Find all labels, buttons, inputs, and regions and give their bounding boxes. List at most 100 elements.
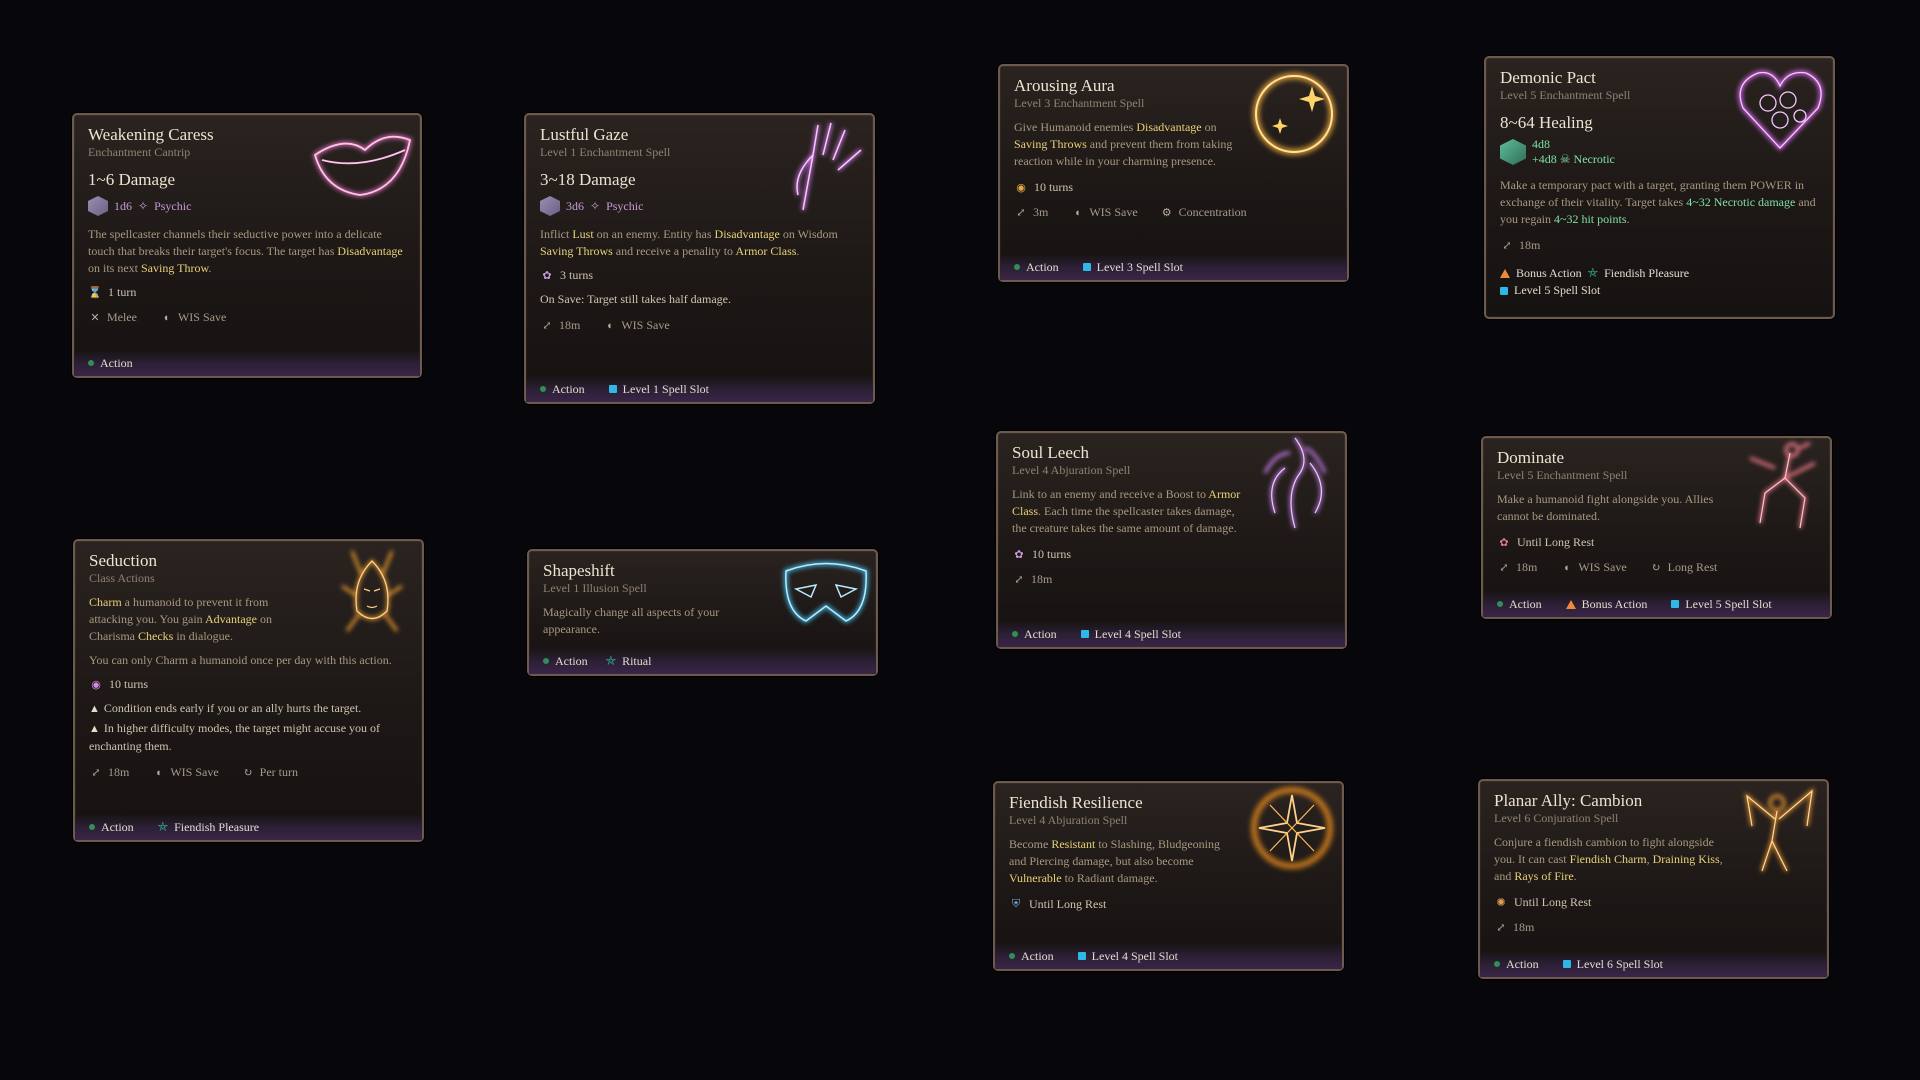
recharge: Per turn [259,765,298,779]
spell-amount: 8~64 Healing [1500,113,1593,132]
bonus-action-icon [1565,599,1576,609]
spell-slot-cost: Level 4 Spell Slot [1091,948,1178,963]
spell-subtitle: Level 5 Enchantment Spell [1500,88,1631,102]
shield-status-icon: ⛨ [1011,898,1021,910]
action-dot-icon [1494,961,1500,967]
spell-description: Give Humanoid enemies Disadvantage on Sa… [1014,120,1233,168]
dice-value: 1d6 [114,198,132,213]
spell-slot-cost: Level 6 Spell Slot [1576,956,1663,971]
duration: 1 turn [108,285,137,299]
spell-subtitle: Level 3 Enchantment Spell [1014,96,1145,110]
shield-icon: ◖ [155,766,162,779]
necrotic-icon: ☠ [1559,152,1571,166]
cost-footer: Action Level 6 Spell Slot [1480,951,1827,977]
aura-status-icon: ◉ [1016,182,1026,194]
spell-card-shapeshift[interactable]: Shapeshift Level 1 Illusion Spell Magica… [527,549,878,676]
spell-slot-icon [1500,286,1508,295]
spell-subtitle: Enchantment Cantrip [88,145,191,159]
duration: Until Long Rest [1517,535,1595,549]
on-save-note: On Save: Target still takes half damage. [540,292,731,306]
damage-type: Necrotic [1573,152,1615,166]
spell-card-arousing-aura[interactable]: Arousing Aura Level 3 Enchantment Spell … [998,64,1349,282]
spell-card-demonic-pact[interactable]: Demonic Pact Level 5 Enchantment Spell 8… [1484,56,1835,319]
range-icon: ⤢ [91,767,101,779]
spell-title: Arousing Aura [1014,76,1115,95]
action-cost: Action [1021,948,1054,963]
condition-note-1: ▲ Condition ends early if you or an ally … [89,701,362,715]
duration: 10 turns [1032,547,1071,561]
lust-status-icon: ✿ [542,270,552,282]
spell-card-lustful-gaze[interactable]: Lustful Gaze Level 1 Enchantment Spell 3… [524,113,875,404]
spell-slot-icon [1562,960,1571,968]
cost-footer: Action ⛤ Fiendish Pleasure [75,814,422,840]
summon-status-icon: ✺ [1496,897,1506,909]
bonus-action-icon [1500,268,1510,278]
spell-description: Link to an enemy and receive a Boost to … [1012,487,1241,535]
spell-title: Soul Leech [1012,443,1089,462]
dice-icon [88,196,108,216]
range: 18m [1513,920,1535,934]
shield-icon: ◖ [1563,561,1570,574]
cost-footer: Action ⛤ Ritual [529,648,876,674]
spell-title: Dominate [1497,448,1565,467]
action-dot-icon [89,824,95,830]
spell-description: Magically change all aspects of your app… [543,605,720,636]
dice-value-extra: +4d8 [1532,152,1557,166]
spell-card-planar-ally-cambion[interactable]: Planar Ally: Cambion Level 6 Conjuration… [1478,779,1829,979]
spell-slot-cost: Level 5 Spell Slot [1514,283,1601,297]
spell-card-fiendish-resilience[interactable]: Fiendish Resilience Level 4 Abjuration S… [993,781,1344,971]
ritual-icon: ⛤ [605,653,617,668]
spell-title: Lustful Gaze [540,125,629,144]
range-icon: ⤢ [1499,562,1509,574]
action-cost: Action [101,819,134,834]
spell-card-dominate[interactable]: Dominate Level 5 Enchantment Spell Make … [1481,436,1832,619]
spell-description: The spellcaster channels their seductive… [88,227,403,275]
shield-icon: ◖ [162,311,170,324]
action-dot-icon [1497,601,1503,607]
save-type: WIS Save [170,765,219,779]
cost-footer: Action Bonus Action Level 5 Spell Slot [1483,591,1830,617]
spell-subtitle: Level 1 Enchantment Spell [540,145,671,159]
duration: 3 turns [560,268,593,282]
range: Melee [107,310,137,324]
spell-subtitle: Level 5 Enchantment Spell [1497,468,1628,482]
spell-title: Demonic Pact [1500,68,1596,87]
spell-description: Become Resistant to Slashing, Bludgeonin… [1009,837,1220,885]
duration: Until Long Rest [1514,895,1592,909]
range: 18m [1519,238,1541,252]
save-type: WIS Save [177,310,227,324]
cooldown-icon: ↻ [1651,562,1661,574]
range-icon: ⤢ [1496,922,1506,934]
spell-subtitle: Level 4 Abjuration Spell [1012,463,1131,477]
concentration-icon: ⚙ [1161,207,1172,219]
spell-title: Weakening Caress [88,125,214,144]
leech-status-icon: ✿ [1014,549,1024,561]
spell-card-seduction[interactable]: Seduction Class Actions Charm a humanoid… [73,539,424,842]
spell-description: Conjure a fiendish cambion to fight alon… [1494,835,1723,883]
spell-card-soul-leech[interactable]: Soul Leech Level 4 Abjuration Spell Link… [996,431,1347,649]
dice-icon [1500,139,1526,165]
spell-description: Charm a humanoid to prevent it from atta… [89,595,272,643]
spell-title: Seduction [89,551,157,570]
range-icon: ⤢ [1016,207,1026,219]
action-cost: Action [555,653,588,668]
shield-icon: ◖ [606,319,613,332]
spell-description: Make a humanoid fight alongside you. All… [1497,492,1714,523]
pentagram-icon: ⛤ [1587,265,1599,280]
spell-description: Inflict Lust on an enemy. Entity has Dis… [540,227,838,258]
dice-value: 3d6 [566,198,584,213]
eye-icon: ◉ [91,679,101,691]
action-dot-icon [88,360,94,366]
spell-slot-icon [1077,952,1086,960]
pentagram-icon: ⛤ [157,819,169,834]
dice-value: 4d8 [1532,137,1550,151]
action-dot-icon [1014,264,1020,270]
spell-card-weakening-caress[interactable]: Weakening Caress Enchantment Cantrip 1~6… [72,113,422,378]
spell-description-2: You can only Charm a humanoid once per d… [89,653,392,667]
spell-slot-icon [1082,263,1091,271]
spell-amount: 3~18 Damage [540,170,636,189]
save-type: WIS Save [1578,560,1627,574]
action-cost: Action [1506,956,1539,971]
damage-type: Psychic [154,198,192,213]
range: 18m [1031,572,1053,586]
